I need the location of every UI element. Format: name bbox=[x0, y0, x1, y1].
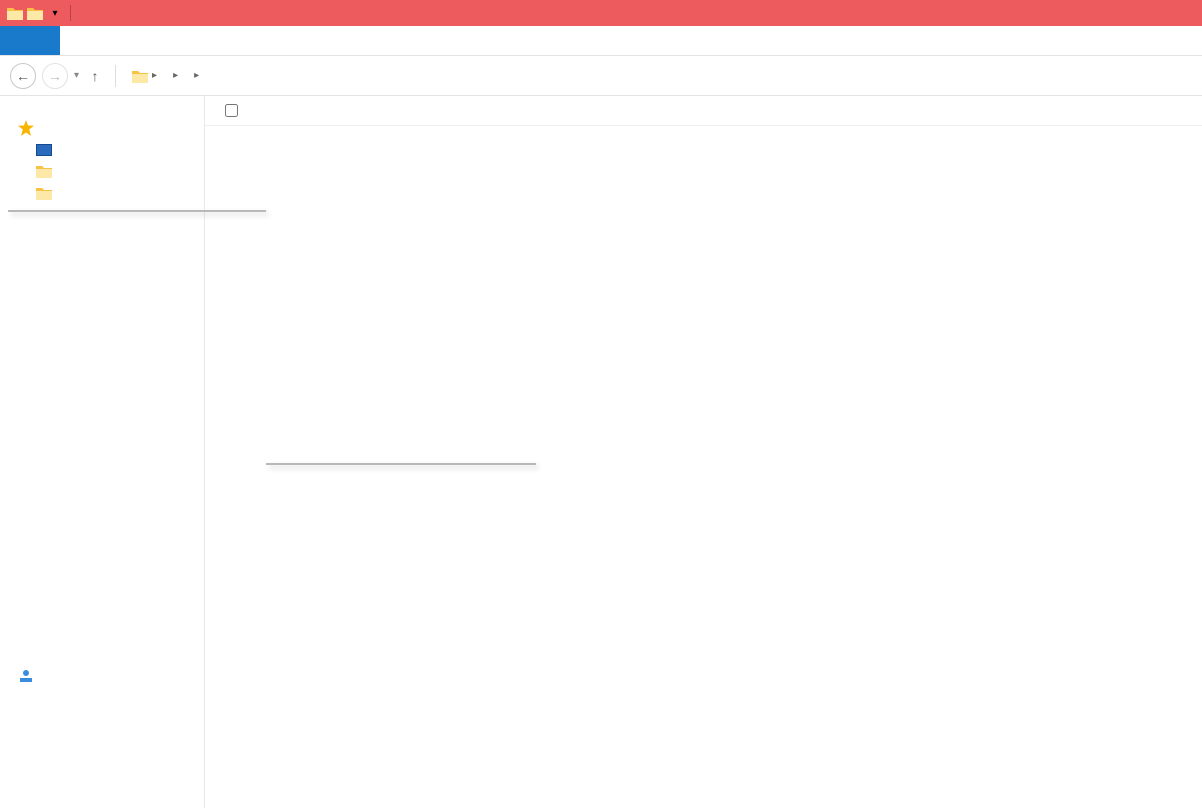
nav-network[interactable] bbox=[18, 664, 204, 688]
folder-icon bbox=[36, 164, 52, 178]
nav-item-downloads[interactable] bbox=[18, 160, 204, 182]
chevron-right-icon[interactable]: ▸ bbox=[152, 70, 157, 81]
crumb-pc[interactable] bbox=[161, 74, 169, 78]
nav-favorites[interactable] bbox=[18, 116, 204, 140]
context-menu[interactable] bbox=[8, 210, 266, 212]
breadcrumb[interactable]: ▸ ▸ ▸ bbox=[132, 69, 211, 83]
desktop-icon bbox=[36, 144, 52, 156]
title-bar: ▾ bbox=[0, 0, 1202, 26]
forward-button[interactable]: → bbox=[42, 63, 68, 89]
qat-folder-icon[interactable] bbox=[6, 4, 24, 22]
network-icon bbox=[18, 668, 34, 684]
tab-view[interactable] bbox=[132, 26, 168, 55]
tab-share[interactable] bbox=[96, 26, 132, 55]
nav-pane bbox=[0, 96, 205, 808]
file-list bbox=[205, 96, 1202, 808]
nav-item-gdrive[interactable] bbox=[18, 182, 204, 204]
crumb-documents[interactable] bbox=[182, 74, 190, 78]
select-all-checkbox[interactable] bbox=[225, 104, 238, 117]
qat-dropdown-icon[interactable]: ▾ bbox=[46, 4, 64, 22]
address-bar: ← → ▾ ↑ ▸ ▸ ▸ bbox=[0, 56, 1202, 96]
qat-separator bbox=[70, 5, 71, 21]
folder-icon bbox=[36, 186, 52, 200]
folder-icon bbox=[132, 69, 148, 83]
qat-folder2-icon[interactable] bbox=[26, 4, 44, 22]
ribbon-tabs bbox=[0, 26, 1202, 56]
file-tab[interactable] bbox=[0, 26, 60, 55]
up-button[interactable]: ↑ bbox=[85, 68, 105, 84]
history-dropdown-icon[interactable]: ▾ bbox=[74, 70, 79, 81]
back-button[interactable]: ← bbox=[10, 63, 36, 89]
chevron-right-icon[interactable]: ▸ bbox=[194, 70, 199, 81]
column-headers[interactable] bbox=[205, 96, 1202, 126]
star-icon bbox=[18, 120, 34, 136]
sendto-submenu[interactable] bbox=[266, 463, 536, 465]
nav-item-desktop[interactable] bbox=[18, 140, 204, 160]
crumb-current[interactable] bbox=[203, 74, 211, 78]
tab-home[interactable] bbox=[60, 26, 96, 55]
chevron-right-icon[interactable]: ▸ bbox=[173, 70, 178, 81]
nav-separator bbox=[115, 65, 116, 87]
